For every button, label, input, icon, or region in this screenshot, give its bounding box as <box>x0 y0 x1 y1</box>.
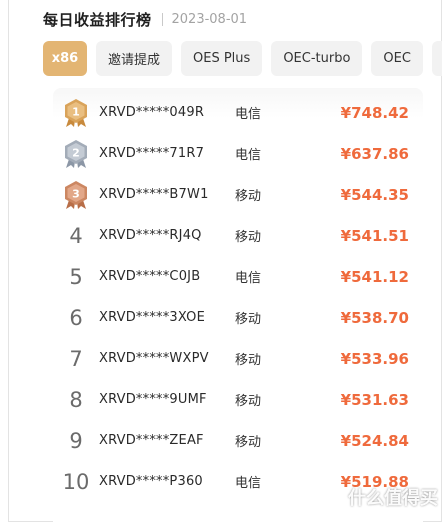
header: 每日收益排行榜 2023-08-01 <box>43 8 247 30</box>
rank-cell: 8 <box>53 388 99 412</box>
carrier-label: 移动 <box>235 435 262 450</box>
carrier-label: 移动 <box>235 353 262 368</box>
svg-text:2: 2 <box>72 146 80 159</box>
user-id: XRVD*****ZEAF <box>99 433 204 448</box>
medal-gold-icon: 1 <box>65 98 87 127</box>
title-divider <box>161 12 163 26</box>
rank-cell: 7 <box>53 347 99 371</box>
table-row[interactable]: 9 XRVD*****ZEAF 移动 ¥524.84 <box>53 420 423 461</box>
table-row[interactable]: 1 XRVD*****049R 电信 ¥748.42 <box>53 92 423 133</box>
table-row[interactable]: 2 XRVD*****71R7 电信 ¥637.86 <box>53 133 423 174</box>
category-tabs: x86 邀请提成 OES Plus OEC-turbo OEC <box>43 41 442 76</box>
earnings-amount: ¥531.63 <box>340 390 409 409</box>
earnings-amount: ¥748.42 <box>340 103 409 122</box>
user-id: XRVD*****9UMF <box>99 392 207 407</box>
page-title: 每日收益排行榜 <box>43 10 152 29</box>
watermark-text: 什么值得买 <box>348 488 438 509</box>
rank-cell: 1 <box>53 98 99 128</box>
date-label: 2023-08-01 <box>171 11 248 27</box>
rank-number: 8 <box>69 387 83 412</box>
tab-oec[interactable]: OEC <box>371 41 423 76</box>
earnings-amount: ¥637.86 <box>340 144 409 163</box>
carrier-label: 电信 <box>235 148 262 163</box>
rank-cell: 2 <box>53 139 99 169</box>
medal-bronze-icon: 3 <box>65 180 87 209</box>
user-id: XRVD*****RJ4Q <box>99 228 202 243</box>
svg-text:3: 3 <box>72 187 80 200</box>
rank-number: 7 <box>69 346 83 371</box>
rank-number: 5 <box>69 264 83 289</box>
rank-cell: 9 <box>53 429 99 453</box>
carrier-label: 电信 <box>235 476 262 491</box>
carrier-label: 移动 <box>235 189 262 204</box>
earnings-amount: ¥524.84 <box>340 431 409 450</box>
medal-silver-icon: 2 <box>65 139 87 168</box>
user-id: XRVD*****B7W1 <box>99 187 209 202</box>
tab-oec-turbo[interactable]: OEC-turbo <box>271 41 363 76</box>
earnings-amount: ¥533.96 <box>340 349 409 368</box>
table-row[interactable]: 7 XRVD*****WXPV 移动 ¥533.96 <box>53 338 423 379</box>
table-row[interactable]: 5 XRVD*****C0JB 电信 ¥541.12 <box>53 256 423 297</box>
tab-overflow[interactable] <box>431 41 442 76</box>
tab-invite-commission[interactable]: 邀请提成 <box>96 41 173 76</box>
ranking-list: 1 XRVD*****049R 电信 ¥748.42 2 XRVD*****71… <box>53 88 423 522</box>
rank-number: 4 <box>69 223 83 248</box>
watermark: 什么值得买 <box>318 484 438 510</box>
earnings-amount: ¥544.35 <box>340 185 409 204</box>
smzdm-logo-icon <box>318 484 344 510</box>
table-row[interactable]: 6 XRVD*****3XOE 移动 ¥538.70 <box>53 297 423 338</box>
rank-cell: 3 <box>53 180 99 210</box>
earnings-amount: ¥538.70 <box>340 308 409 327</box>
carrier-label: 电信 <box>235 271 262 286</box>
table-row[interactable]: 3 XRVD*****B7W1 移动 ¥544.35 <box>53 174 423 215</box>
tab-x86[interactable]: x86 <box>43 41 87 76</box>
table-row[interactable]: 4 XRVD*****RJ4Q 移动 ¥541.51 <box>53 215 423 256</box>
tab-oes-plus[interactable]: OES Plus <box>181 41 263 76</box>
rank-number: 9 <box>69 428 83 453</box>
user-id: XRVD*****3XOE <box>99 310 206 325</box>
user-id: XRVD*****P360 <box>99 474 203 489</box>
user-id: XRVD*****049R <box>99 105 205 120</box>
user-id: XRVD*****C0JB <box>99 269 201 284</box>
carrier-label: 电信 <box>235 107 262 122</box>
carrier-label: 移动 <box>235 230 262 245</box>
table-row[interactable]: 8 XRVD*****9UMF 移动 ¥531.63 <box>53 379 423 420</box>
carrier-label: 移动 <box>235 394 262 409</box>
svg-text:1: 1 <box>72 105 80 118</box>
rank-number: 6 <box>69 305 83 330</box>
rank-cell: 6 <box>53 306 99 330</box>
earnings-amount: ¥541.51 <box>340 226 409 245</box>
rank-cell: 10 <box>53 470 99 494</box>
user-id: XRVD*****71R7 <box>99 146 205 161</box>
ranking-card: 每日收益排行榜 2023-08-01 x86 邀请提成 OES Plus OEC… <box>8 0 442 522</box>
carrier-label: 移动 <box>235 312 262 327</box>
user-id: XRVD*****WXPV <box>99 351 209 366</box>
rank-number: 10 <box>62 469 90 494</box>
earnings-amount: ¥541.12 <box>340 267 409 286</box>
rank-cell: 4 <box>53 224 99 248</box>
rank-cell: 5 <box>53 265 99 289</box>
